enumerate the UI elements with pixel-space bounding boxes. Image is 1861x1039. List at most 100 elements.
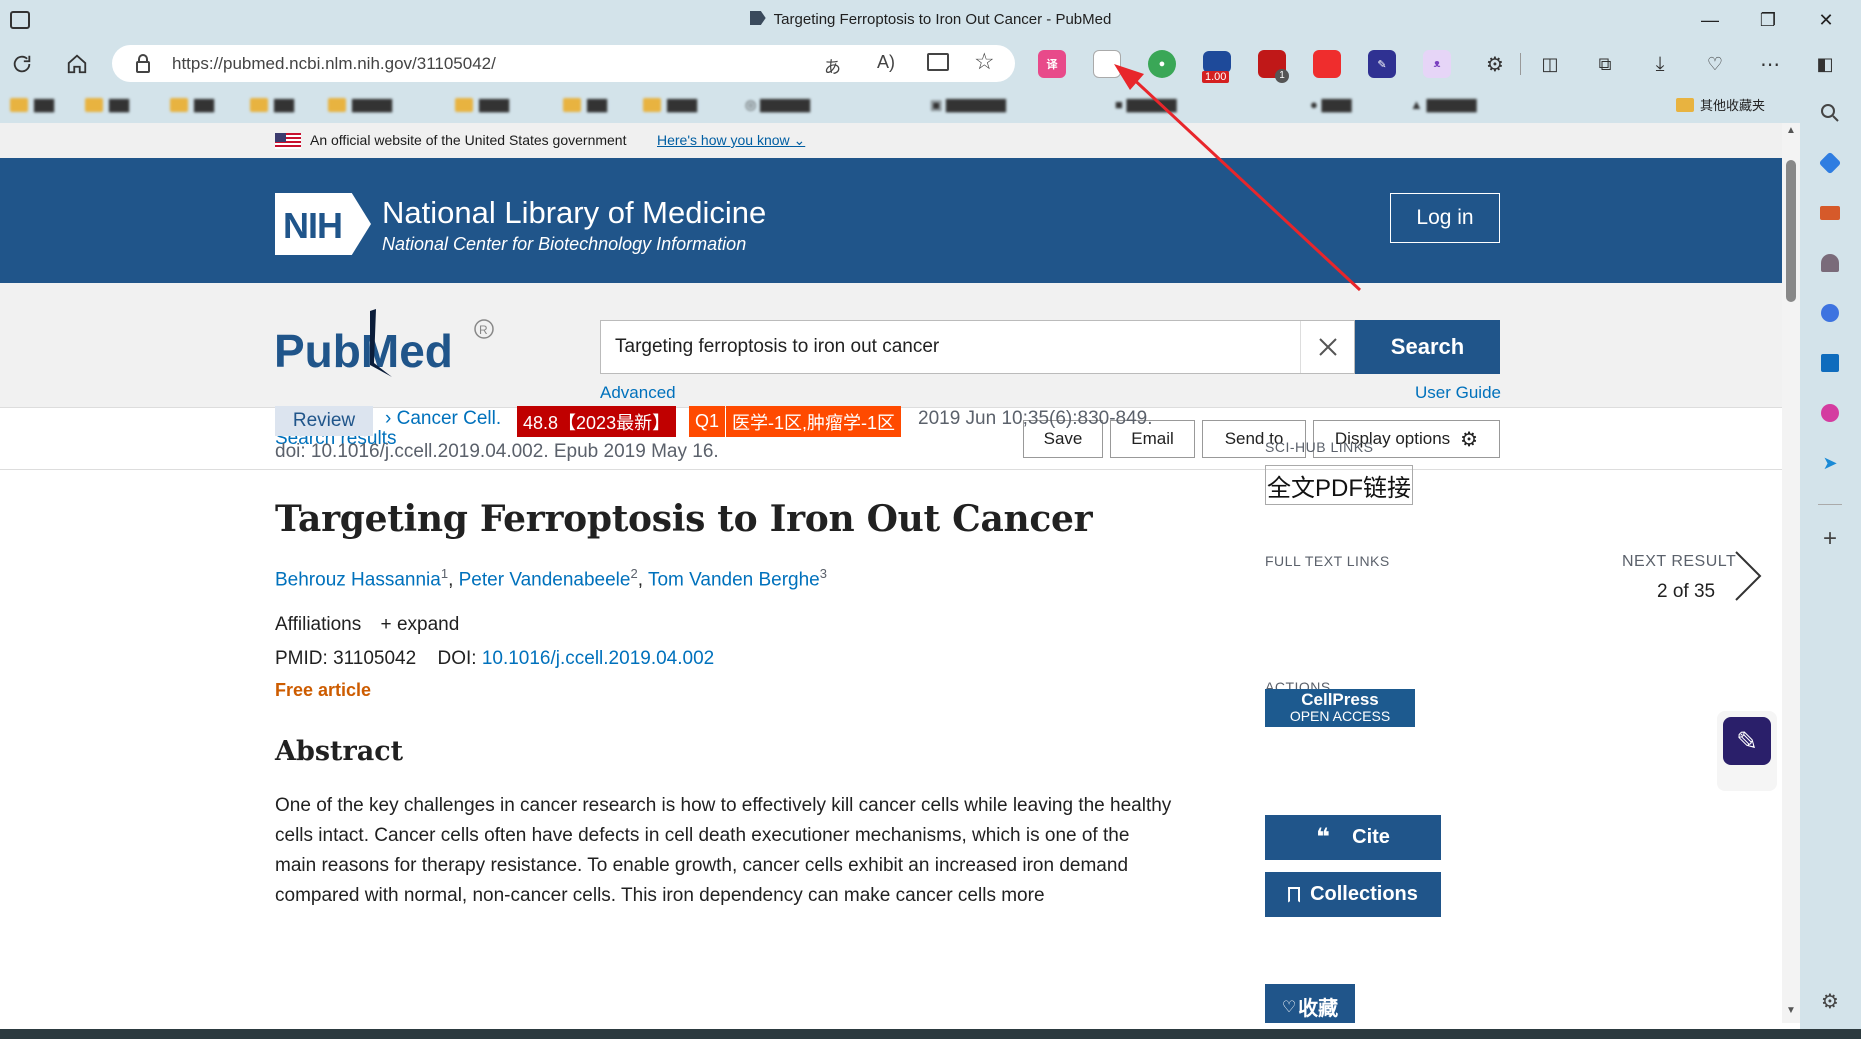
gov-banner-link[interactable]: Here's how you know ⌄ <box>657 132 805 149</box>
immersive-reader-icon[interactable] <box>927 53 949 71</box>
cite-button[interactable]: ❝ Cite <box>1265 815 1441 860</box>
bookmarks-bar: ▇▇ ▇▇ ▇▇ ▇▇ ▇▇▇▇ ▇▇▇ ▇▇ ▇▇▇ ◎ ▇▇▇▇▇ ▣ ▇▇… <box>0 86 1800 123</box>
affiliations-expand-toggle[interactable]: + expand <box>381 614 460 635</box>
downloads-icon[interactable]: ⤓ <box>1643 47 1677 81</box>
games-icon[interactable] <box>1815 248 1845 278</box>
shopping-tag-icon[interactable] <box>1815 148 1845 178</box>
quote-icon: ❝ <box>1316 824 1331 851</box>
copilot-icon[interactable] <box>1815 298 1845 328</box>
restore-button[interactable]: ❐ <box>1748 6 1788 34</box>
add-icon[interactable]: + <box>1815 524 1845 554</box>
heart-icon: ♡ <box>1281 998 1297 1016</box>
lock-icon[interactable] <box>134 54 152 74</box>
extensions-puzzle-icon[interactable]: ⚙ <box>1478 47 1512 81</box>
impact-factor-tag: 48.8【2023最新】 <box>517 406 677 437</box>
page-viewport: An official website of the United States… <box>0 123 1782 1023</box>
address-bar[interactable]: https://pubmed.ncbi.nlm.nih.gov/31105042… <box>112 45 1015 82</box>
home-button[interactable] <box>60 47 94 81</box>
reload-button[interactable] <box>5 47 39 81</box>
window-title: Targeting Ferroptosis to Iron Out Cancer… <box>0 11 1861 28</box>
bookmark-folder-other[interactable]: 其他收藏夹 <box>1676 95 1765 114</box>
settings-gear-icon[interactable]: ⚙ <box>1815 986 1845 1016</box>
bookmark-folder[interactable]: ▇▇▇ <box>455 95 550 115</box>
read-aloud-icon[interactable]: A) <box>877 52 895 73</box>
outlook-icon[interactable] <box>1815 348 1845 378</box>
folder-icon <box>1676 97 1694 112</box>
author-list: Behrouz Hassannia1, Peter Vandenabeele2,… <box>275 566 827 591</box>
article-title: Targeting Ferroptosis to Iron Out Cancer <box>275 498 1093 540</box>
translate-extension-icon[interactable]: 译 <box>1038 50 1066 78</box>
more-menu-icon[interactable]: ⋯ <box>1753 47 1787 81</box>
bookmark-folder[interactable]: ▇▇▇▇ <box>328 95 438 115</box>
rail-divider <box>1818 504 1842 505</box>
bookmark-link[interactable]: ▲ ▇▇▇▇▇ <box>1410 95 1550 115</box>
author-link[interactable]: Peter Vandenabeele <box>459 569 631 590</box>
bookmark-folder[interactable]: ▇▇▇ <box>643 95 733 115</box>
affiliation-sup[interactable]: 1 <box>441 566 448 581</box>
fulltext-heading: FULL TEXT LINKS <box>1265 553 1390 569</box>
nlm-header: NIH National Library of Medicine Nationa… <box>0 158 1782 283</box>
search-band: PubMed R Search Advanced User Guide <box>0 283 1782 408</box>
next-result-chevron-icon[interactable] <box>1732 548 1764 609</box>
affiliation-sup[interactable]: 3 <box>820 566 827 581</box>
collections-icon[interactable]: ⧉ <box>1588 47 1622 81</box>
bookmark-folder[interactable]: ▇▇ <box>85 95 150 115</box>
annotation-arrow <box>1114 64 1362 292</box>
scroll-up-icon[interactable]: ▲ <box>1786 125 1796 136</box>
pmid-value: 31105042 <box>333 648 417 669</box>
quartile-tag: Q1 <box>689 406 726 437</box>
translate-icon[interactable]: あ <box>824 53 841 78</box>
division-tag: 医学-1区,肿瘤学-1区 <box>726 406 902 437</box>
favorite-star-icon[interactable]: ☆ <box>974 48 995 75</box>
next-result-count: 2 of 35 <box>1657 581 1716 602</box>
chevron-down-icon: ⌄ <box>793 132 806 148</box>
journal-link[interactable]: › Cancer Cell. <box>385 408 501 430</box>
sidebar-toggle-icon[interactable]: ◧ <box>1808 47 1842 81</box>
search-button[interactable]: Search <box>1355 320 1500 374</box>
scihub-pdf-button[interactable]: 全文PDF链接 <box>1265 465 1413 505</box>
doi-line: doi: 10.1016/j.ccell.2019.04.002. Epub 2… <box>275 441 719 462</box>
author-link[interactable]: Tom Vanden Berghe <box>648 569 820 590</box>
gov-banner: An official website of the United States… <box>0 123 1782 158</box>
bookmark-icon <box>1288 886 1301 903</box>
pubmed-logo[interactable]: PubMed R <box>274 305 504 385</box>
collections-button[interactable]: Collections <box>1265 872 1441 917</box>
affiliation-sup[interactable]: 2 <box>630 566 637 581</box>
bookmark-folder[interactable]: ▇▇ <box>10 95 70 115</box>
search-input[interactable] <box>600 320 1355 374</box>
nlm-subtitle: National Center for Biotechnology Inform… <box>382 234 747 254</box>
bookmark-folder[interactable]: ▇▇ <box>563 95 628 115</box>
plus-icon: + <box>380 614 392 635</box>
doi-link[interactable]: 10.1016/j.ccell.2019.04.002 <box>482 648 714 669</box>
bookmark-folder[interactable]: ▇▇ <box>170 95 235 115</box>
us-flag-icon <box>275 133 301 149</box>
bookmark-link[interactable]: ◎ ▇▇▇▇▇ <box>745 95 895 115</box>
nih-logo[interactable]: NIH <box>275 193 371 255</box>
minimize-button[interactable]: — <box>1690 6 1730 34</box>
drop-icon[interactable] <box>1815 398 1845 428</box>
search-icon[interactable] <box>1815 98 1845 128</box>
scrollbar-thumb[interactable] <box>1786 160 1796 302</box>
send-icon[interactable]: ➤ <box>1815 448 1845 478</box>
login-button[interactable]: Log in <box>1390 193 1500 243</box>
url-text: https://pubmed.ncbi.nlm.nih.gov/31105042… <box>172 54 496 73</box>
close-window-button[interactable]: ✕ <box>1806 6 1846 34</box>
bookmark-link[interactable]: ▣ ▇▇▇▇▇▇ <box>930 95 1100 115</box>
split-screen-icon[interactable]: ◫ <box>1533 47 1567 81</box>
nlm-title[interactable]: National Library of Medicine <box>382 195 766 231</box>
favorite-button[interactable]: ♡ 收藏 <box>1265 984 1355 1023</box>
pen-icon: ✎ <box>1723 717 1771 765</box>
cellpress-logo[interactable]: CellPress OPEN ACCESS <box>1265 689 1415 727</box>
bookmark-folder[interactable]: ▇▇ <box>250 95 315 115</box>
advanced-search-link[interactable]: Advanced <box>600 383 676 403</box>
author-link[interactable]: Behrouz Hassannia <box>275 569 441 590</box>
user-guide-link[interactable]: User Guide <box>1415 383 1501 403</box>
floating-note-widget[interactable]: ✎ <box>1717 711 1777 791</box>
clear-search-icon[interactable] <box>1300 321 1354 373</box>
performance-icon[interactable]: ♡ <box>1698 47 1732 81</box>
gear-icon: ⚙ <box>1460 428 1479 451</box>
scroll-down-icon[interactable]: ▼ <box>1786 1005 1796 1016</box>
window-titlebar: Targeting Ferroptosis to Iron Out Cancer… <box>0 0 1861 41</box>
cat-extension-icon[interactable]: ᴥ <box>1423 50 1451 78</box>
tools-icon[interactable] <box>1815 198 1845 228</box>
